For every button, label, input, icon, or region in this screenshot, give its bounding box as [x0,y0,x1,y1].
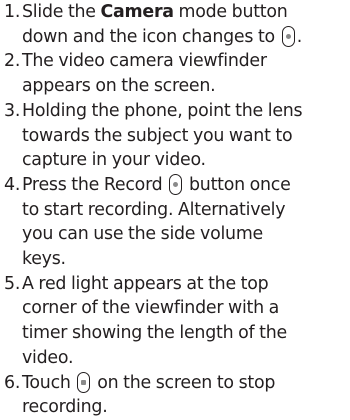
step-line: timer showing the length of the [22,323,287,344]
step-line: Holding the phone, point the lens [22,100,303,121]
step-6: 6. Touch on the screen to stop recording… [0,371,350,420]
step-line: down and the icon changes to . [22,25,350,50]
step-line: you can use the side volume [22,224,263,245]
record-icon [281,25,295,47]
step-line: recording. [22,397,108,418]
step-line: corner of the viewfinder with a [22,298,280,319]
step-line: video. [22,347,74,368]
step-number: 5. [4,273,21,294]
step-number: 3. [4,100,21,121]
step-text: on the screen to stop [92,372,276,393]
step-text: Touch [22,372,76,393]
step-line: capture in your video. [22,150,206,171]
step-4: 4. Press the Record button once to start… [0,173,350,272]
step-text: down and the icon changes to [22,26,280,47]
step-text: . [296,26,303,47]
step-3: 3. Holding the phone, point the lens tow… [0,99,350,173]
step-text: button once [184,174,291,195]
step-text: mode button [173,2,288,22]
step-5: 5. A red light appears at the top corner… [0,272,350,371]
step-number: 6. [4,372,21,393]
step-number: 4. [4,174,21,195]
step-line: appears on the screen. [22,76,216,97]
step-number: 2. [4,51,21,72]
step-1: 1. Slide the Camera mode button down and… [0,0,350,49]
step-line: Touch on the screen to stop [22,371,350,396]
step-number: 1. [4,2,21,22]
step-line: to start recording. Alternatively [22,199,286,220]
step-line: Press the Record button once [22,173,350,198]
stop-icon [77,371,91,393]
step-line: keys. [22,249,66,270]
step-text: Press the Record [22,174,168,195]
record-dot [285,33,291,39]
step-2: 2. The video camera viewfinder appears o… [0,49,350,98]
stop-dot [81,379,87,385]
record-icon [169,173,183,195]
step-line: Slide the Camera mode button [22,0,350,25]
step-line: The video camera viewfinder [22,51,267,72]
record-dot [173,181,179,187]
step-text: Slide the [22,2,101,22]
step-line: A red light appears at the top [22,273,269,294]
step-line: towards the subject you want to [22,125,293,146]
instruction-steps: 1. Slide the Camera mode button down and… [0,0,350,420]
camera-keyword: Camera [100,2,174,22]
